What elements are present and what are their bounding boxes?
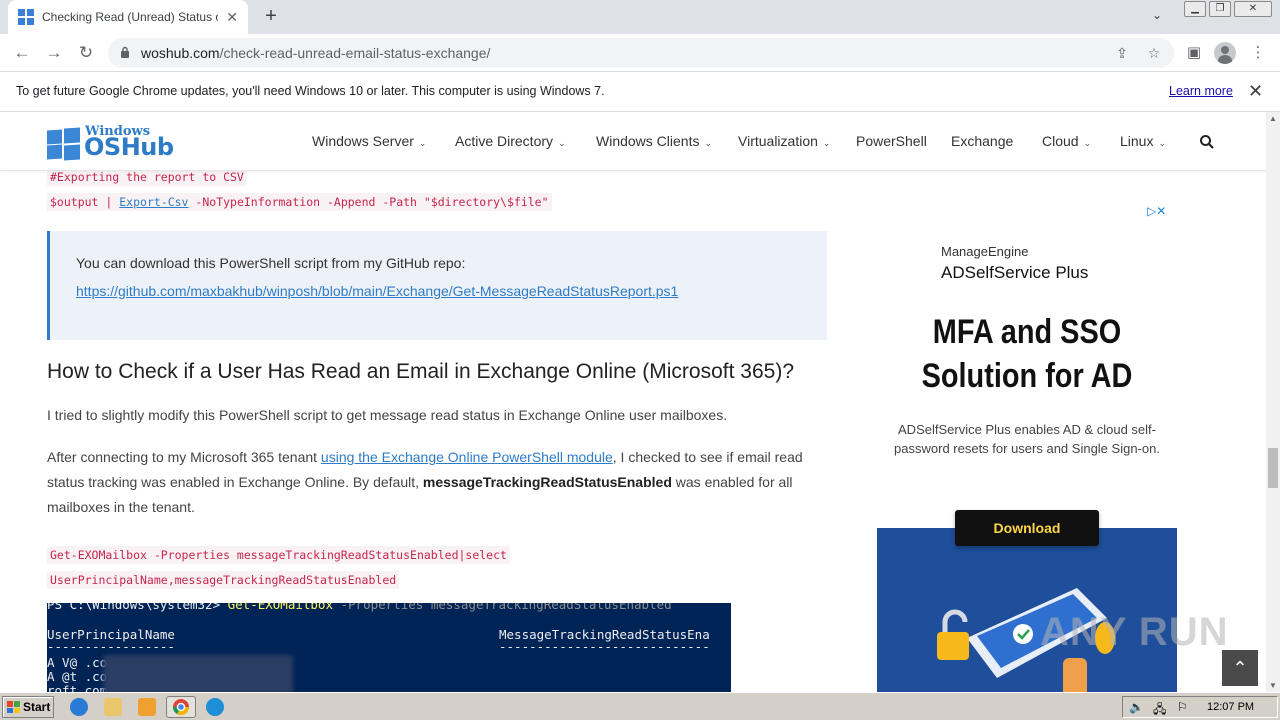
action-center-flag-icon[interactable]: ⚐: [1177, 700, 1188, 714]
github-link[interactable]: https://github.com/maxbakhub/winposh/blo…: [76, 283, 678, 299]
windows-favicon-icon: [18, 9, 34, 25]
url-text: woshub.com/check-read-unread-email-statu…: [141, 45, 491, 61]
chevron-down-icon: ⌄: [558, 138, 566, 148]
chevron-down-icon: ⌄: [704, 138, 713, 148]
code-line-export: $output | Export-Csv -NoTypeInformation …: [47, 193, 552, 211]
section-heading: How to Check if a User Has Read an Email…: [47, 360, 794, 383]
web-page: #Exporting the report to CSV $output | E…: [0, 112, 1266, 692]
media-player-icon[interactable]: [138, 698, 156, 716]
forward-icon[interactable]: →: [44, 43, 64, 63]
system-tray: 🔈 🖧 ⚐: [1122, 696, 1278, 718]
tab-strip: Checking Read (Unread) Status of E ✕ + ⌄…: [0, 0, 1280, 34]
back-icon[interactable]: ←: [12, 43, 32, 63]
scroll-down-icon[interactable]: ▼: [1269, 681, 1277, 690]
infobar-message: To get future Google Chrome updates, you…: [16, 84, 605, 98]
infobar-close-icon[interactable]: ✕: [1248, 81, 1263, 102]
reload-icon[interactable]: ↻: [76, 43, 96, 63]
scroll-to-top-button[interactable]: ⌃: [1222, 650, 1258, 686]
site-search-icon[interactable]: [1199, 134, 1215, 150]
note-box: You can download this PowerShell script …: [47, 231, 827, 340]
adchoices-icon[interactable]: ▷✕: [1147, 204, 1166, 218]
anyrun-watermark: ANY RUN: [1040, 610, 1229, 654]
code-block-get-exomailbox: Get-EXOMailbox -Properties messageTracki…: [47, 543, 510, 593]
bookmark-star-icon[interactable]: ☆: [1146, 45, 1162, 61]
ad-headline: MFA and SSO Solution for AD: [921, 313, 1133, 395]
share-icon[interactable]: ⇪: [1114, 45, 1130, 61]
edge-icon[interactable]: [206, 698, 224, 716]
volume-icon[interactable]: 🔈: [1129, 700, 1144, 714]
browser-toolbar: ← → ↻ woshub.com/check-read-unread-email…: [0, 34, 1280, 72]
chevron-down-icon: ⌄: [1083, 138, 1092, 148]
ad-download-button[interactable]: Download: [955, 510, 1099, 546]
note-text: You can download this PowerShell script …: [76, 255, 466, 271]
nav-cloud[interactable]: Cloud ⌄: [1042, 133, 1091, 149]
screen: Checking Read (Unread) Status of E ✕ + ⌄…: [0, 0, 1280, 720]
new-tab-icon[interactable]: +: [260, 5, 282, 28]
chevron-down-icon: ⌄: [822, 138, 831, 148]
site-logo[interactable]: Windows OSHub: [47, 124, 187, 164]
chrome-icon: [172, 699, 190, 716]
profile-avatar[interactable]: [1214, 42, 1236, 64]
lock-icon: [121, 46, 129, 58]
learn-more-link[interactable]: Learn more: [1169, 84, 1233, 98]
tab-close-icon[interactable]: ✕: [226, 9, 238, 26]
windows-logo-icon: [47, 126, 80, 161]
nav-windows-server[interactable]: Windows Server ⌄: [312, 133, 426, 149]
nav-virtualization[interactable]: Virtualization ⌄: [738, 133, 830, 149]
ie-icon[interactable]: [70, 698, 88, 716]
scroll-up-icon[interactable]: ▲: [1269, 114, 1277, 123]
nav-powershell[interactable]: PowerShell: [856, 133, 927, 149]
chevron-down-icon: ⌄: [1158, 138, 1167, 148]
windows-flag-icon: [7, 701, 20, 713]
exchange-module-link[interactable]: using the Exchange Online PowerShell mod…: [321, 449, 613, 465]
nav-linux[interactable]: Linux ⌄: [1120, 133, 1166, 149]
taskbar-clock[interactable]: 12:07 PM: [1207, 701, 1254, 713]
powershell-screenshot: PS C:\Windows\system32> Get-EXOMailbox -…: [47, 603, 731, 692]
explorer-folder-icon[interactable]: [104, 698, 122, 716]
ad-description: ADSelfService Plus enables AD & cloud se…: [894, 422, 1160, 456]
minimize-icon[interactable]: ▁: [1184, 1, 1206, 17]
tab-title: Checking Read (Unread) Status of E: [42, 10, 218, 24]
nav-exchange[interactable]: Exchange: [951, 133, 1013, 149]
ad-brand: ManageEngine: [941, 244, 1029, 259]
close-window-icon[interactable]: ✕: [1234, 1, 1272, 17]
tab-search-icon[interactable]: ⌄: [1152, 8, 1170, 26]
browser-tab[interactable]: Checking Read (Unread) Status of E ✕: [8, 0, 248, 34]
chevron-down-icon: ⌄: [418, 138, 427, 148]
restore-icon[interactable]: ❐: [1209, 1, 1231, 17]
network-icon[interactable]: 🖧: [1153, 700, 1166, 720]
chrome-taskbar-button[interactable]: [166, 696, 196, 718]
side-panel-icon[interactable]: ▣: [1184, 43, 1204, 63]
address-bar[interactable]: woshub.com/check-read-unread-email-statu…: [108, 38, 1174, 68]
nav-windows-clients[interactable]: Windows Clients ⌄: [596, 133, 712, 149]
menu-kebab-icon[interactable]: ⋮: [1248, 43, 1268, 63]
site-header: Windows OSHub Windows Server ⌄ Active Dir…: [0, 112, 1266, 171]
scrollbar-thumb[interactable]: [1268, 448, 1278, 488]
ad-product: ADSelfService Plus: [941, 263, 1089, 282]
update-infobar: To get future Google Chrome updates, you…: [0, 72, 1280, 112]
paragraph-1: I tried to slightly modify this PowerShe…: [47, 407, 728, 423]
code-line-comment: #Exporting the report to CSV: [47, 168, 247, 186]
start-button[interactable]: Start: [2, 696, 54, 718]
nav-active-directory[interactable]: Active Directory ⌄: [455, 133, 566, 149]
export-csv-link[interactable]: Export-Csv: [119, 195, 188, 209]
windows-taskbar: Start 🔈 🖧 ⚐ 12:07 PM: [0, 692, 1280, 720]
page-scrollbar[interactable]: ▲ ▼: [1266, 112, 1280, 692]
paragraph-2: After connecting to my Microsoft 365 ten…: [47, 449, 803, 515]
